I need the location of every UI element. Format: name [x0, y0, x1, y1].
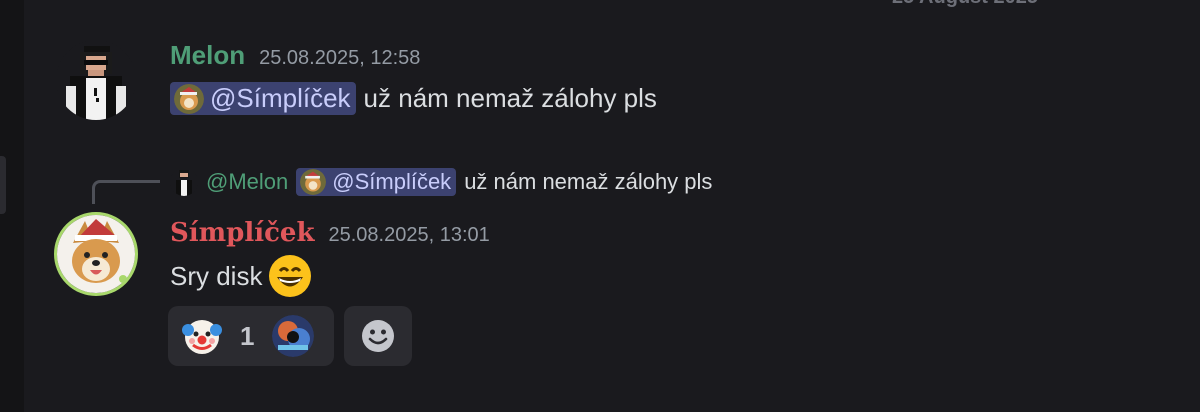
reply-reference[interactable]: @Melon @Símplíček už nám nemaž zálohy pl… — [170, 168, 712, 196]
reaction-count: 1 — [240, 320, 255, 351]
corgi-avatar-icon — [174, 83, 204, 114]
author-name[interactable]: Símplíček — [170, 218, 315, 248]
reactor-avatar-icon — [272, 315, 315, 357]
message-text: Sry disk — [170, 260, 263, 291]
message-timestamp[interactable]: 25.08.2025, 12:58 — [259, 47, 420, 70]
avatar-simplicek[interactable] — [54, 212, 138, 296]
clown-face-emoji-icon — [182, 316, 222, 356]
reaction-clown[interactable]: 1 — [168, 306, 334, 366]
grinning-face-emoji-icon — [268, 254, 312, 298]
reply-text: už nám nemaž zálohy pls — [464, 169, 713, 194]
message-timestamp[interactable]: 25.08.2025, 13:01 — [329, 224, 490, 247]
pixel-character-avatar-icon — [56, 40, 136, 120]
pixel-character-mini-avatar-icon — [170, 168, 198, 196]
message-melon[interactable]: Melon 25.08.2025, 12:58 @Símplíček už ná… — [0, 0, 1200, 140]
author-name[interactable]: Melon — [170, 40, 245, 71]
add-reaction-button[interactable] — [344, 306, 412, 366]
reply-author[interactable]: @Melon — [206, 169, 288, 195]
corgi-santa-hat-avatar-icon — [57, 215, 135, 293]
add-reaction-icon — [361, 319, 395, 353]
avatar-melon[interactable] — [56, 40, 136, 120]
user-mention[interactable]: @Símplíček — [170, 82, 356, 115]
message-simplicek[interactable]: Símplíček 25.08.2025, 13:01 Sry disk 1 — [0, 200, 1200, 380]
reply-user-mention[interactable]: @Símplíček — [296, 168, 457, 196]
reply-mention-text: @Símplíček — [332, 169, 452, 194]
message-text: už nám nemaž zálohy pls — [363, 83, 657, 113]
corgi-avatar-icon — [300, 169, 327, 195]
mention-text: @Símplíček — [210, 83, 351, 113]
